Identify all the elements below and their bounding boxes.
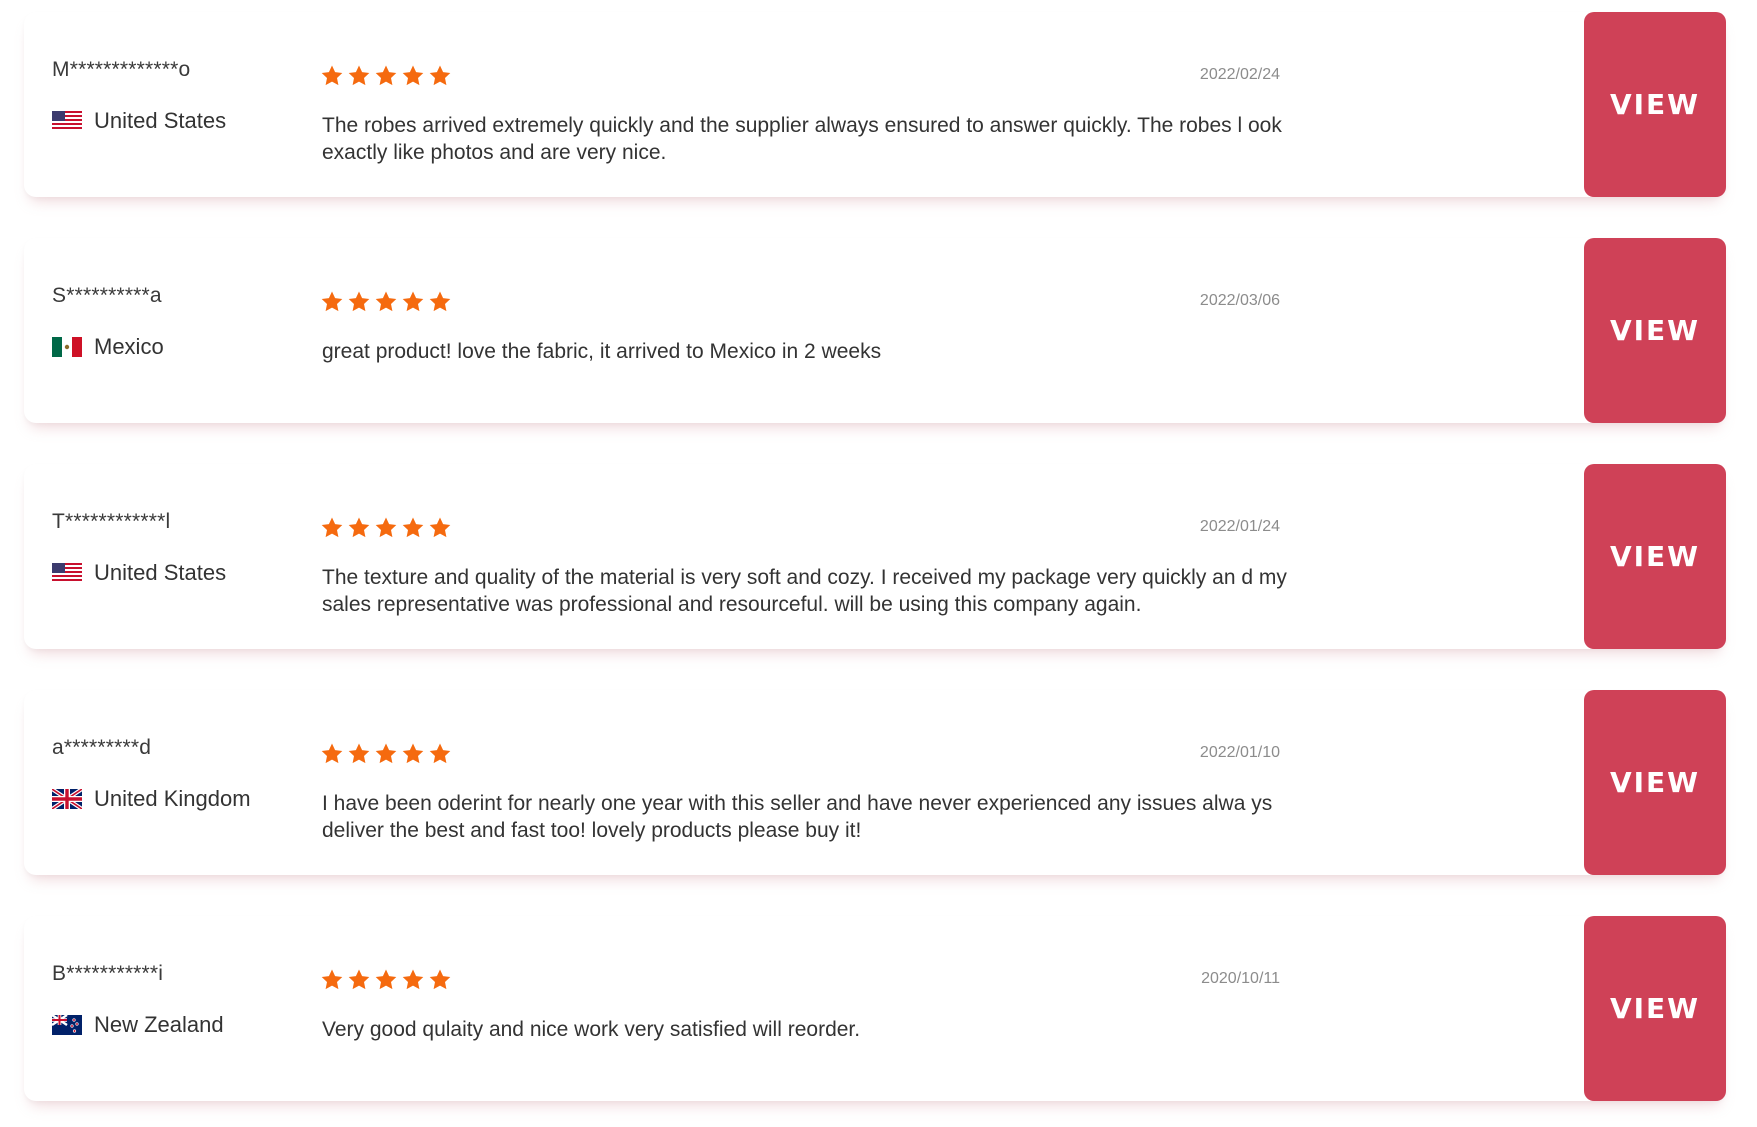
review-card: S**********a Mexico 2022/03/06 great pro… <box>24 238 1726 423</box>
star-icon <box>374 290 398 314</box>
review-card: M*************o United States 2022/02/24… <box>24 12 1726 197</box>
star-icon <box>347 742 371 766</box>
review-text: Very good qulaity and nice work very sat… <box>322 1018 861 1041</box>
country-name: Mexico <box>94 334 164 359</box>
view-button[interactable]: VIEW <box>1584 464 1726 649</box>
star-icon <box>320 64 344 88</box>
star-icon <box>401 968 425 992</box>
us-flag-icon <box>52 563 82 583</box>
star-icon <box>347 290 371 314</box>
uk-flag-icon <box>52 789 82 809</box>
star-icon <box>428 290 452 314</box>
reviewer-country: United States <box>52 108 226 134</box>
star-icon <box>374 64 398 88</box>
view-button[interactable]: VIEW <box>1584 12 1726 197</box>
review-text: The texture and quality of the material … <box>322 566 1287 616</box>
reviewer-name: S**********a <box>52 284 162 307</box>
review-text: I have been oderint for nearly one year … <box>322 792 1273 842</box>
star-icon <box>401 64 425 88</box>
reviewer-name: a*********d <box>52 736 152 759</box>
star-icon <box>374 968 398 992</box>
reviewer-country: United States <box>52 560 226 586</box>
reviewer-name: T************l <box>52 510 171 533</box>
reviewer-country: Mexico <box>52 334 164 360</box>
star-icon <box>374 742 398 766</box>
country-name: United Kingdom <box>94 786 251 811</box>
review-list: M*************o United States 2022/02/24… <box>0 0 1757 1127</box>
star-rating <box>320 64 452 88</box>
star-icon <box>320 742 344 766</box>
us-flag-icon <box>52 111 82 131</box>
review-date: 2022/01/10 <box>1199 744 1280 761</box>
star-icon <box>320 516 344 540</box>
view-button[interactable]: VIEW <box>1584 916 1726 1101</box>
review-card: B***********i New Zealand 2020/10/11 Ver… <box>24 916 1726 1101</box>
reviewer-name: M*************o <box>52 58 191 81</box>
star-icon <box>347 64 371 88</box>
reviewer-country: United Kingdom <box>52 786 251 812</box>
review-date: 2022/03/06 <box>1199 292 1280 309</box>
country-name: United States <box>94 560 227 585</box>
country-name: New Zealand <box>94 1012 224 1037</box>
view-button[interactable]: VIEW <box>1584 238 1726 423</box>
star-rating <box>320 290 452 314</box>
star-icon <box>401 290 425 314</box>
star-icon <box>428 742 452 766</box>
review-text: The robes arrived extremely quickly and … <box>322 114 1282 164</box>
review-date: 2020/10/11 <box>1201 970 1280 987</box>
mx-flag-icon <box>52 337 82 357</box>
reviewer-name: B***********i <box>52 962 164 985</box>
review-date: 2022/01/24 <box>1199 518 1280 535</box>
star-icon <box>374 516 398 540</box>
review-text: great product! love the fabric, it arriv… <box>322 340 882 363</box>
review-card: T************l United States 2022/01/24 … <box>24 464 1726 649</box>
star-icon <box>428 968 452 992</box>
star-icon <box>428 64 452 88</box>
star-icon <box>320 968 344 992</box>
star-rating <box>320 516 452 540</box>
star-rating <box>320 742 452 766</box>
star-icon <box>347 968 371 992</box>
star-icon <box>428 516 452 540</box>
star-icon <box>347 516 371 540</box>
star-icon <box>320 290 344 314</box>
star-icon <box>401 742 425 766</box>
review-date: 2022/02/24 <box>1199 66 1280 83</box>
star-icon <box>401 516 425 540</box>
view-button[interactable]: VIEW <box>1584 690 1726 875</box>
star-rating <box>320 968 452 992</box>
country-name: United States <box>94 108 227 133</box>
reviewer-country: New Zealand <box>52 1012 224 1038</box>
nz-flag-icon <box>52 1015 82 1035</box>
review-card: a*********d United Kingdom 2022/01/10 I … <box>24 690 1726 875</box>
